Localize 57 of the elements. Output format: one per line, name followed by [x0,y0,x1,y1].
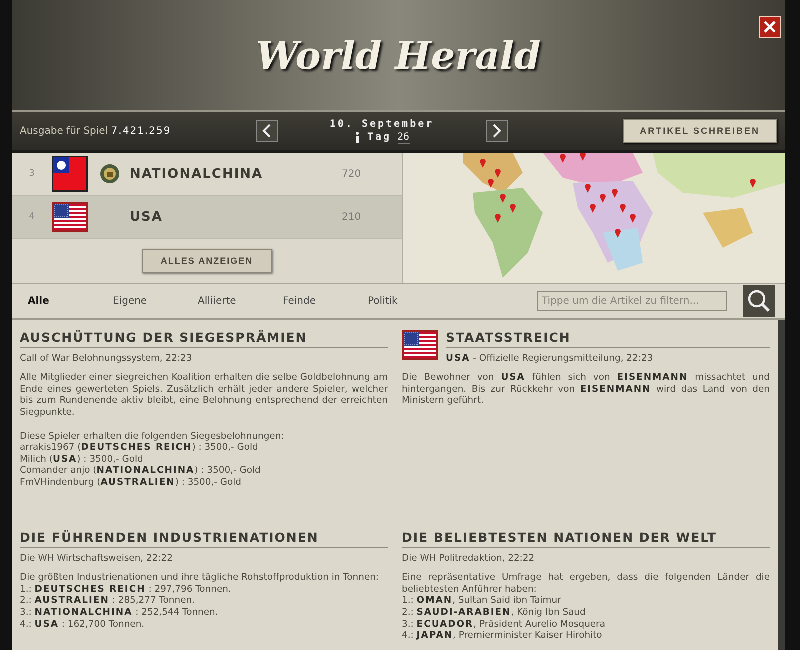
article-text: Die größten Industrienationen und ihre tägliche Rohstoffproduktion in Tonnen: [20,572,380,584]
article-title: DIE FÜHRENDEN INDUSTRIENATIONEN [20,530,388,548]
search-field[interactable]: Tippe um die Artikel zu filtern... [537,291,727,311]
list-line: 3.: ECUADOR, Präsident Aurelio Mosquera [402,618,606,630]
close-icon [763,20,777,34]
flag-icon [52,199,88,235]
list-line: 1.: OMAN, Sultan Said ibn Taimur [402,595,562,607]
list-line: 4.: USA : 162,700 Tonnen. [20,618,146,630]
ranking-row[interactable]: 4 USA 210 [12,196,402,239]
chevron-left-icon [262,124,272,138]
list-line: Milich (USA) : 3500,- Gold [20,454,144,466]
points-value: 720 [342,168,362,180]
list-line: arrakis1967 (DEUTSCHES REICH) : 3500,- Gold [20,442,260,454]
rank-number: 4 [28,212,36,222]
flag-icon [52,156,88,192]
filter-tab[interactable]: Eigene [107,294,192,308]
chevron-right-icon [492,124,502,138]
next-button[interactable] [486,120,508,142]
article-source: Call of War Belohnungssystem, 22:23 [20,352,194,364]
nation-name: NATIONALCHINA [130,166,264,182]
edition-label: Ausgabe für Spiel 7.421.259 [20,126,172,136]
search-icon [747,289,771,313]
filter-tab[interactable]: Alliierte [192,294,277,308]
filter-tab[interactable]: Alle [22,294,107,308]
article-title: STAATSSTREICH [446,330,770,348]
search-button[interactable] [743,285,775,317]
close-button[interactable] [759,16,781,38]
list-line: FmVHindenburg (AUSTRALIEN) : 3500,- Gold [20,476,243,489]
article-source: Die WH Politredaktion, 22:22 [402,552,536,564]
points-value: 210 [342,212,362,222]
list-line: 2.: SAUDI-ARABIEN, König Ibn Saud [402,606,587,619]
date-label: 10. September [330,118,434,130]
filter-tab[interactable]: Politik [362,294,447,308]
article-source: Die WH Wirtschaftsweisen, 22:22 [20,552,174,564]
list-line: 2.: AUSTRALIEN : 285,277 Tonnen. [20,595,196,607]
article-source: USA - Offizielle Regierungsmitteilung, 22:23 [446,352,654,364]
article-title: AUSCHÜTTUNG DER SIEGESPRÄMIEN [20,330,388,348]
nation-name: USA [130,210,164,224]
flag-icon [402,330,438,360]
article-text: Alle Mitglieder einer siegreichen Koalition erhalten die selbe Goldbelohnung am Ende eines gewerteten Spiels. Zusätzlich erhält jeder andere Spieler, welcher bis zum Rundenende aktiv bleibt, eine Belohnung entsprechend der erreichten Siegpunkte. [20,372,388,419]
article-title: DIE BELIEBTESTEN NATIONEN DER WELT [402,530,770,548]
list-line: 3.: NATIONALCHINA : 252,544 Tonnen. [20,606,220,619]
previous-button[interactable] [256,120,278,142]
write-article-button[interactable]: ARTIKEL SCHREIBEN [623,119,777,143]
info-icon[interactable] [354,132,362,143]
article-text: Die Bewohner von USA fühlen sich von EISENMANN missachtet und hintergangen. Bis zur Rückkehr von EISENMANN wird das Land von den Ministern geführt. [402,372,770,407]
article-text: Eine repräsentative Umfrage hat ergeben, dass die folgenden Länder die beliebtesten Anführer haben: [402,572,770,596]
filter-tab[interactable]: Feinde [277,294,362,308]
list-line: Diese Spieler erhalten die folgenden Siegesbelohnungen: [20,430,286,442]
rank-number: 3 [28,169,36,179]
list-line: 4.: JAPAN, Premierminister Kaiser Hirohito [402,630,604,642]
list-line: Comander anjo (NATIONALCHINA) : 3500,- Gold [20,465,262,477]
day-label: Tag [367,132,392,143]
newspaper-title: World Herald [256,32,541,78]
day-number: 26 [398,132,410,144]
show-all-button[interactable]: ALLES ANZEIGEN [142,249,272,273]
list-line: 1.: DEUTSCHES REICH : 297,796 Tonnen. [20,584,232,596]
